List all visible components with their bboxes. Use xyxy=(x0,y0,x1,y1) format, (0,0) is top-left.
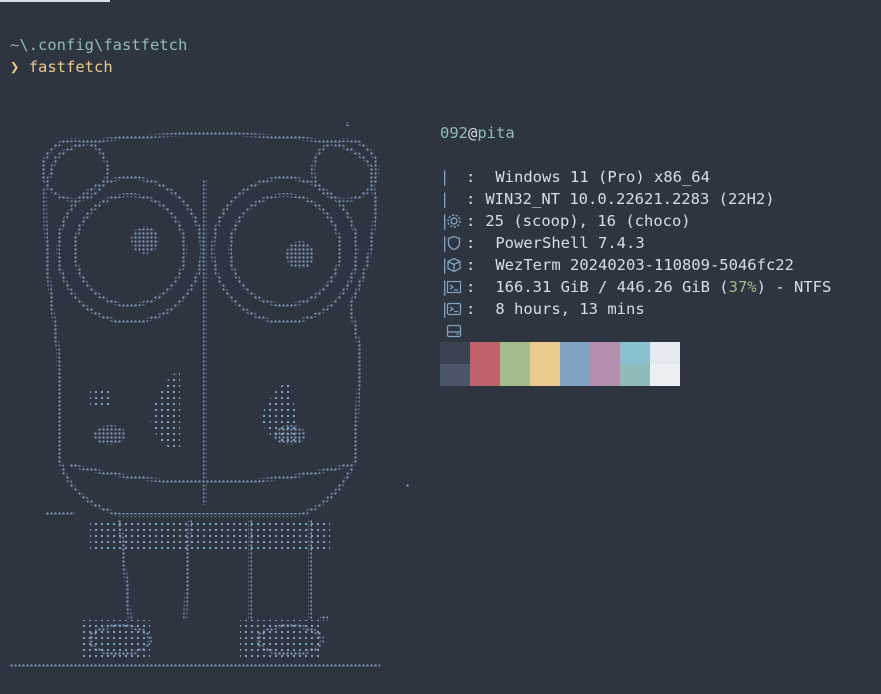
command-text: fastfetch xyxy=(28,58,113,76)
user-host-title: 092@pita xyxy=(440,122,870,144)
terminal-value: WezTerm 20240203-110809-5046fc22 xyxy=(495,256,794,274)
palette-swatch-bottom-4 xyxy=(560,364,590,386)
uptime-value: 8 hours, 13 mins xyxy=(495,300,645,318)
separator: : xyxy=(466,190,476,208)
palette-swatch-top-7 xyxy=(650,342,680,364)
disk-icon xyxy=(446,279,462,338)
info-row-disk: | : 166.31 GiB / 446.26 GiB (37%) - NTFS xyxy=(440,276,870,338)
palette-swatch-top-6 xyxy=(620,342,650,364)
info-row-os: | : Windows 11 (Pro) x86_64 xyxy=(440,166,870,228)
palette-swatch-top-2 xyxy=(500,342,530,364)
kernel-value: WIN32_NT 10.0.22621.2283 (22H2) xyxy=(485,190,775,208)
disk-percent: 37% xyxy=(728,278,757,296)
palette-swatch-bottom-3 xyxy=(530,364,560,386)
packages-value: 25 (scoop), 16 (choco) xyxy=(485,212,691,230)
disk-filesystem: ) - NTFS xyxy=(756,278,832,296)
palette-swatch-top-3 xyxy=(530,342,560,364)
separator: : xyxy=(466,234,476,252)
separator: : xyxy=(466,256,476,274)
active-tab-indicator xyxy=(0,0,110,2)
command-line: ❯ fastfetch xyxy=(10,56,113,78)
palette-swatch-top-4 xyxy=(560,342,590,364)
gear-icon xyxy=(446,169,462,228)
info-row-kernel: | : WIN32_NT 10.0.22621.2283 (22H2) xyxy=(440,188,870,251)
info-row-terminal: | : WezTerm 20240203-110809-5046fc22 xyxy=(440,254,870,316)
palette-swatch-bottom-6 xyxy=(620,364,650,386)
disk-usage: 166.31 GiB / 446.26 GiB ( xyxy=(495,278,729,296)
os-value: Windows 11 (Pro) x86_64 xyxy=(495,168,710,186)
separator: : xyxy=(466,212,476,230)
separator: : xyxy=(466,168,476,186)
palette-swatch-top-1 xyxy=(470,342,500,364)
system-info-panel: 092@pita | : Windows 11 (Pro) x86_64 | :… xyxy=(440,122,870,361)
shell-icon xyxy=(446,235,462,294)
info-row-uptime: | : 8 hours, 13 mins xyxy=(440,298,870,361)
palette-swatch-top-5 xyxy=(590,342,620,364)
ascii-art-logo xyxy=(10,122,409,668)
palette-swatch-bottom-5 xyxy=(590,364,620,386)
at-symbol: @ xyxy=(468,124,478,142)
disk-value: 166.31 GiB / 446.26 GiB (37%) - NTFS xyxy=(495,276,831,298)
palette-swatch-bottom-1 xyxy=(470,364,500,386)
shell-value: PowerShell 7.4.3 xyxy=(495,234,645,252)
palette-swatch-top-0 xyxy=(440,342,470,364)
prompt-symbol: ❯ xyxy=(10,58,20,76)
separator: : xyxy=(466,278,476,296)
palette-swatch-bottom-0 xyxy=(440,364,470,386)
package-icon xyxy=(446,213,462,273)
username: 092 xyxy=(440,124,468,142)
info-row-shell: | : PowerShell 7.4.3 xyxy=(440,232,870,294)
info-row-packages: | : 25 (scoop), 16 (choco) xyxy=(440,210,870,273)
terminal-icon xyxy=(446,257,462,316)
shield-icon xyxy=(446,191,462,251)
clock-icon xyxy=(446,301,462,361)
current-directory: ~\.config\fastfetch xyxy=(10,36,188,54)
palette-swatch-bottom-7 xyxy=(650,364,680,386)
hostname: pita xyxy=(477,124,515,142)
palette-swatch-bottom-2 xyxy=(500,364,530,386)
color-palette xyxy=(440,342,680,386)
separator: : xyxy=(466,300,476,318)
